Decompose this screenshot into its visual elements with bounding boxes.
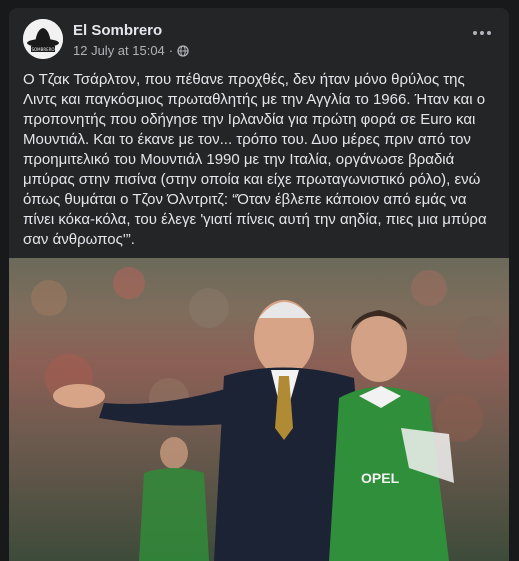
shirt-sponsor-text: OPEL bbox=[361, 470, 400, 486]
more-options-icon[interactable] bbox=[469, 23, 495, 43]
sombrero-logo: SOMBRERO bbox=[23, 19, 63, 59]
page-name[interactable]: El Sombrero bbox=[73, 22, 162, 39]
globe-icon[interactable] bbox=[177, 44, 189, 57]
page-avatar[interactable]: SOMBRERO bbox=[23, 19, 63, 59]
facebook-post: SOMBRERO El Sombrero 12 July at 15:04 · … bbox=[9, 8, 509, 561]
post-photo[interactable]: OPEL bbox=[9, 258, 509, 561]
post-header: SOMBRERO El Sombrero 12 July at 15:04 · bbox=[23, 19, 495, 65]
meta-separator: · bbox=[168, 43, 174, 58]
post-timestamp[interactable]: 12 July at 15:04 bbox=[73, 43, 165, 58]
post-text: Ο Τζακ Τσάρλτον, που πέθανε προχθές, δεν… bbox=[23, 71, 487, 248]
avatar-text: SOMBRERO bbox=[31, 47, 54, 52]
post-meta: 12 July at 15:04 · bbox=[73, 43, 189, 58]
photo-illustration: OPEL bbox=[31, 267, 501, 561]
